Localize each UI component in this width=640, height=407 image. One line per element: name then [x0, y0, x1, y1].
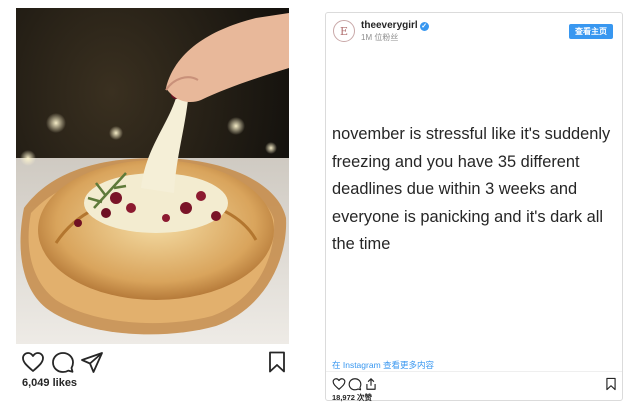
view-more-link[interactable]: 在 Instagram 查看更多内容: [332, 359, 434, 371]
avatar-letter: E: [339, 24, 349, 38]
like-count[interactable]: 18,972 次赞: [332, 392, 372, 403]
post-caption: november is stressful like it's suddenly…: [332, 125, 611, 253]
instagram-embed-card: E theeverygirl ✓ 1M 位粉丝 查看主页 november is …: [325, 12, 623, 403]
bookmark-icon[interactable]: [265, 350, 289, 374]
heart-icon[interactable]: [332, 377, 346, 391]
share-icon[interactable]: [364, 377, 378, 391]
divider: [326, 371, 622, 372]
post-photo[interactable]: [16, 8, 289, 344]
embed-action-bar: [332, 377, 618, 391]
verified-badge-icon: ✓: [419, 22, 429, 31]
share-icon[interactable]: [80, 350, 104, 374]
avatar[interactable]: E: [333, 20, 355, 42]
embed-header: E theeverygirl ✓ 1M 位粉丝 查看主页: [326, 13, 622, 51]
post-action-bar: [16, 350, 289, 374]
left-post: 6,049 likes: [0, 0, 305, 407]
username[interactable]: theeverygirl ✓: [361, 20, 429, 31]
comment-icon[interactable]: [348, 377, 362, 391]
follower-count: 1M 位粉丝: [361, 33, 399, 42]
baked-brie-photo: [16, 8, 289, 344]
username-text: theeverygirl: [361, 20, 418, 31]
view-profile-button[interactable]: 查看主页: [569, 24, 613, 39]
heart-icon[interactable]: [21, 350, 45, 374]
comment-icon[interactable]: [51, 350, 75, 374]
bookmark-icon[interactable]: [604, 377, 618, 391]
like-count[interactable]: 6,049 likes: [22, 377, 77, 389]
